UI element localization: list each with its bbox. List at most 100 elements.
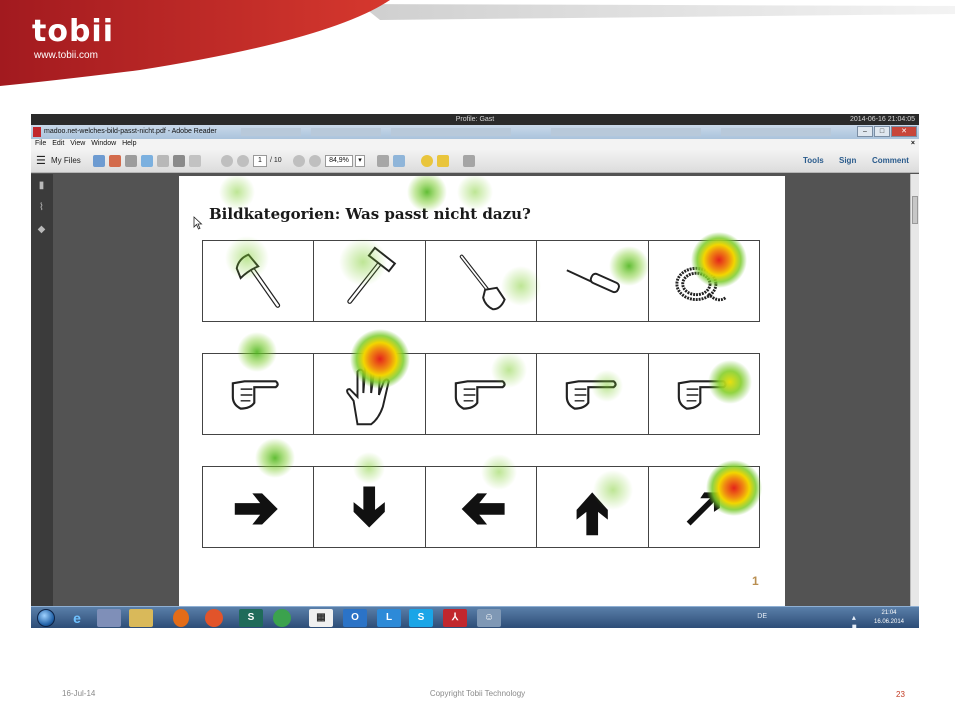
comment-button[interactable]: Comment [872,154,909,168]
pointing-hand-cell[interactable] [426,354,538,434]
file-explorer-icon[interactable] [129,609,153,627]
blurred-tab [391,128,511,136]
expand-icon[interactable] [463,155,475,167]
green-app-icon[interactable] [273,609,291,627]
language-indicator[interactable]: DE [757,613,767,620]
clock-date: 16.06.2014 [873,619,905,625]
rope-cell[interactable] [649,241,759,321]
fit-page-icon[interactable] [377,155,389,167]
tray-icons[interactable]: ▴ ■ ⚑ ▮ ◂ ▪ [852,613,861,628]
email-icon[interactable] [189,155,201,167]
open-hand-cell[interactable] [314,354,426,434]
internet-explorer-icon[interactable]: e [65,609,89,627]
pointing-hand-icon [677,380,727,410]
layers-icon[interactable]: ◆ [36,224,47,235]
tools-button[interactable]: Tools [803,154,824,168]
scroll-thumb[interactable] [912,196,918,224]
vertical-scrollbar[interactable] [910,174,919,606]
acrobat-icon[interactable]: ⅄ [443,609,467,627]
reader-toolbar: ☰ My Files 1 / 10 84,9% ▾ Tools Sign Com… [31,149,919,173]
shovel-cell[interactable] [426,241,538,321]
image-row-tools [202,240,760,322]
rope-icon [675,266,727,302]
print-icon[interactable] [173,155,185,167]
taskbar-clock[interactable]: 21:04 16.06.2014 [867,609,911,627]
arrow-down-cell[interactable] [314,467,426,547]
slide-header: tobii www.tobii.com [0,0,955,90]
menu-edit[interactable]: Edit [52,140,64,147]
pointing-hand-cell[interactable] [537,354,649,434]
paint-icon[interactable] [97,609,121,627]
menu-help[interactable]: Help [122,140,136,147]
header-swoosh [0,0,955,86]
next-page-icon[interactable] [237,155,249,167]
sign-button[interactable]: Sign [839,154,856,168]
arrow-down-icon [353,486,386,528]
axe-cell[interactable] [203,241,315,321]
menu-file[interactable]: File [35,140,46,147]
menu-view[interactable]: View [70,140,85,147]
arrow-right-cell[interactable] [203,467,315,547]
shovel-icon [459,254,506,311]
pointing-hand-icon [565,380,617,410]
zoom-input[interactable]: 84,9% [325,155,353,167]
outlook-icon[interactable]: O [343,609,367,627]
close-document-icon[interactable]: × [911,139,915,149]
zoom-dropdown-icon[interactable]: ▾ [355,155,365,167]
save-icon[interactable] [157,155,169,167]
navigation-pane: ▮ ⌇ ◆ [31,174,53,606]
hammer-cell[interactable] [314,241,426,321]
hammer-icon [347,246,397,304]
chat-icon[interactable]: ☺ [477,609,501,627]
arrow-left-cell[interactable] [426,467,538,547]
create-pdf-icon[interactable] [93,155,105,167]
slide-number: 23 [896,690,905,699]
attachments-icon[interactable]: ⌇ [36,202,47,213]
maximize-button[interactable]: □ [874,126,890,137]
window-titlebar: madoo.net-welches-bild-passt-nicht.pdf -… [31,125,919,139]
arrow-up-icon [576,492,609,536]
read-mode-icon[interactable] [393,155,405,167]
page-total-label: / 10 [270,157,282,164]
arrow-diagonal-cell[interactable] [649,467,759,547]
zoom-in-icon[interactable] [309,155,321,167]
menu-window[interactable]: Window [91,140,116,147]
hamburger-menu-icon[interactable]: ☰ [36,154,46,168]
cloud-icon[interactable] [141,155,153,167]
pointing-hand-icon [231,380,279,410]
screwdriver-cell[interactable] [537,241,649,321]
sway-icon[interactable]: S [239,609,263,627]
pointing-hand-cell[interactable] [203,354,315,434]
sticky-note-icon[interactable] [421,155,433,167]
arrow-up-cell[interactable] [537,467,649,547]
firefox-icon[interactable] [205,609,223,627]
windows-taskbar: e S ▦ O L S ⅄ ☺ DE ▴ ■ ⚑ ▮ ◂ ▪ 21:04 16.… [31,606,919,628]
lync-icon[interactable]: L [377,609,401,627]
pointing-hand-icon [454,380,506,410]
page-number-input[interactable]: 1 [253,155,267,167]
start-button[interactable] [37,609,55,627]
highlight-icon[interactable] [437,155,449,167]
pages-icon[interactable]: ▮ [36,180,47,191]
close-button[interactable]: ✕ [891,126,917,137]
blurred-tab [721,128,831,136]
calculator-icon[interactable]: ▦ [309,609,333,627]
blurred-tab [551,128,701,136]
arrow-diagonal-icon [686,492,720,526]
pdf-page: Bildkategorien: Was passt nicht dazu? 1 [179,176,785,606]
blurred-tab [241,128,301,136]
mouse-cursor-icon [193,216,203,230]
my-files-button[interactable]: My Files [51,154,81,168]
minimize-button[interactable]: – [857,126,873,137]
zoom-out-icon[interactable] [293,155,305,167]
tobii-logo: tobii [32,14,114,49]
edit-icon[interactable] [125,155,137,167]
previous-page-icon[interactable] [221,155,233,167]
skype-icon[interactable]: S [409,609,433,627]
combine-icon[interactable] [109,155,121,167]
pointing-hand-cell[interactable] [649,354,759,434]
profile-label: Profile: Gast [455,116,495,123]
gaze-spots [219,176,762,516]
media-player-icon[interactable] [173,609,189,627]
window-title: madoo.net-welches-bild-passt-nicht.pdf -… [44,128,217,135]
